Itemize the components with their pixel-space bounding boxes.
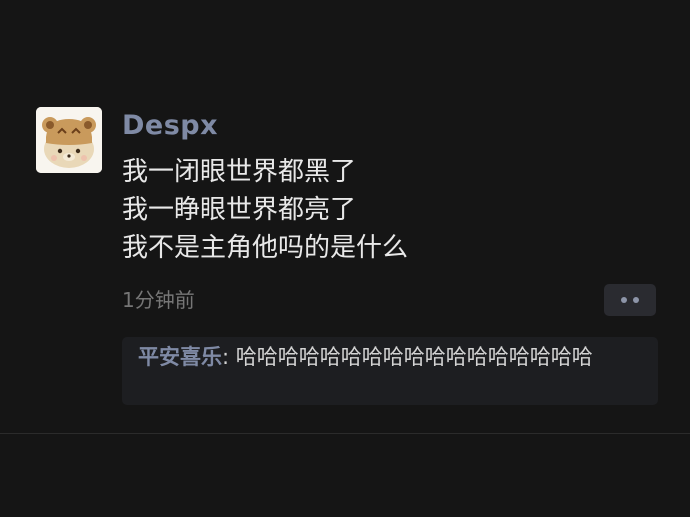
more-actions-button[interactable] (604, 284, 656, 316)
comment-section: 平安喜乐: 哈哈哈哈哈哈哈哈哈哈哈哈哈哈哈哈哈 (122, 337, 658, 405)
more-dots-icon (633, 297, 639, 303)
more-dots-icon (621, 297, 627, 303)
comment-author[interactable]: 平安喜乐 (138, 345, 222, 369)
comment-separator: : (222, 345, 236, 369)
moments-post: Despx 我一闭眼世界都黑了 我一睁眼世界都亮了 我不是主角他吗的是什么 1分… (0, 0, 690, 517)
post-line-2: 我一睁眼世界都亮了 (122, 195, 357, 225)
comment-item[interactable]: 平安喜乐: 哈哈哈哈哈哈哈哈哈哈哈哈哈哈哈哈哈 (138, 343, 644, 371)
post-timestamp: 1分钟前 (122, 288, 195, 312)
post-line-1: 我一闭眼世界都黑了 (122, 157, 357, 187)
post-line-3: 我不是主角他吗的是什么 (122, 233, 409, 263)
divider (0, 433, 690, 434)
post-text: 我一闭眼世界都黑了 我一睁眼世界都亮了 我不是主角他吗的是什么 (122, 153, 642, 267)
bear-avatar-icon (36, 107, 102, 173)
comment-body: 哈哈哈哈哈哈哈哈哈哈哈哈哈哈哈哈哈 (235, 345, 593, 369)
avatar[interactable] (36, 107, 102, 173)
author-name[interactable]: Despx (122, 108, 218, 144)
